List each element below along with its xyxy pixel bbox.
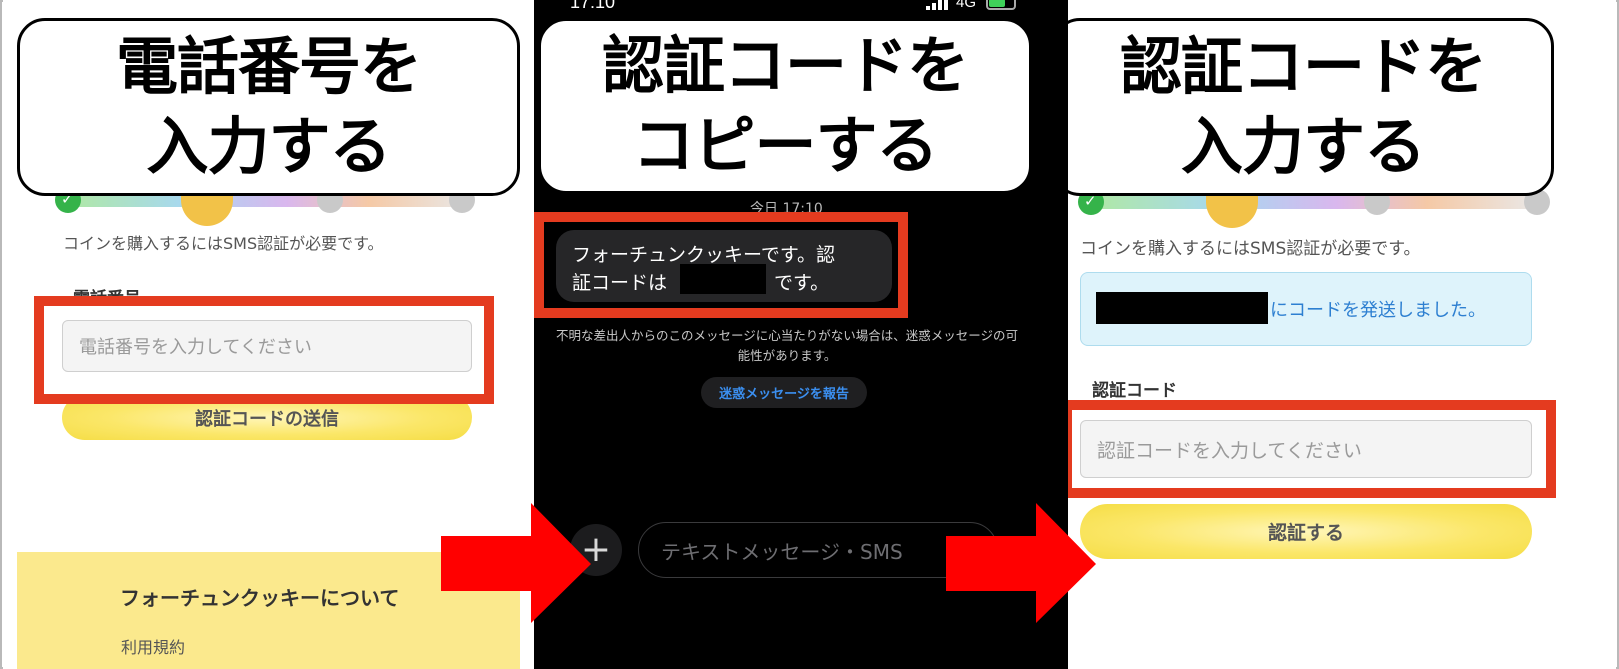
report-spam-button[interactable]: 迷惑メッセージを報告: [701, 377, 867, 408]
sms-notice: コインを購入するにはSMS認証が必要です。: [63, 234, 384, 253]
highlight-box: [534, 212, 908, 318]
message-input-placeholder: テキストメッセージ・SMS: [661, 539, 903, 564]
message-input[interactable]: テキストメッセージ・SMS: [638, 522, 998, 578]
progress-bar: [1086, 195, 1541, 209]
code-label: 認証コード: [1092, 381, 1177, 401]
about-title: フォーチュンクッキーについて: [120, 586, 400, 610]
sms-notice: コインを購入するにはSMS認証が必要です。: [1080, 239, 1421, 259]
callout-line-1: 認証コードを: [601, 29, 969, 102]
report-spam-label: 迷惑メッセージを報告: [719, 387, 849, 402]
highlight-box: [34, 296, 494, 404]
panel-enter-code: コインを購入するにはSMS認証が必要です。 にコードを発送しました。 認証コード…: [1068, 0, 1616, 669]
instruction-callout: 電話番号を 入力する: [17, 18, 520, 196]
callout-line-1: 認証コードを: [1119, 30, 1487, 103]
instruction-callout: 認証コードを コピーする: [538, 18, 1032, 194]
status-time: 17:10: [570, 0, 616, 12]
callout-line-2: 入力する: [146, 110, 391, 183]
code-sent-text: にコードを発送しました。: [1270, 300, 1486, 321]
signal-icon: [926, 0, 952, 10]
verify-button[interactable]: 認証する: [1080, 504, 1532, 559]
terms-link[interactable]: 利用規約: [121, 634, 185, 658]
callout-line-1: 電話番号を: [115, 30, 422, 103]
redacted-phone: [1096, 292, 1268, 324]
battery-icon: [986, 0, 1016, 10]
right-arrow-icon: [441, 503, 591, 623]
network-label: 4G: [956, 0, 977, 11]
spam-warning: 不明な差出人からのこのメッセージに心当たりがない場合は、迷惑メッセージの可能性が…: [555, 328, 1018, 363]
callout-line-2: コピーする: [632, 109, 938, 182]
callout-line-2: 入力する: [1180, 110, 1426, 183]
instruction-callout: 認証コードを 入力する: [1068, 18, 1554, 196]
highlight-box: [1068, 400, 1556, 498]
right-arrow-icon: [946, 503, 1096, 623]
